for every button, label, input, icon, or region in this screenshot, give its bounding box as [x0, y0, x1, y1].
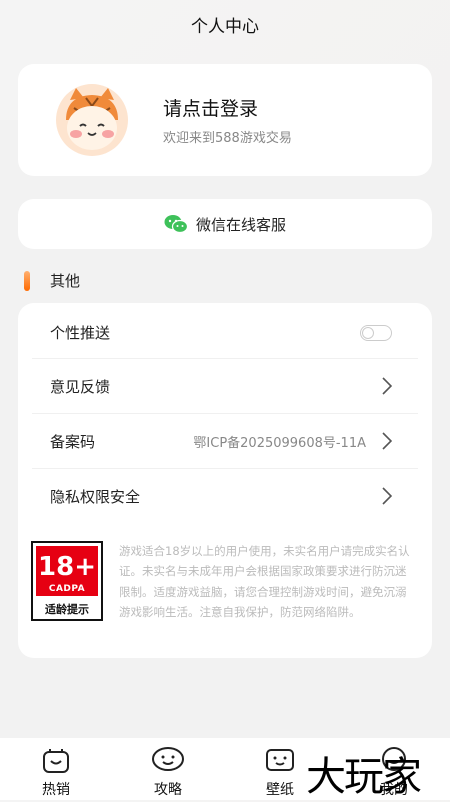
tab-label: 攻略: [154, 782, 182, 798]
login-subtitle: 欢迎来到588游戏交易: [163, 131, 292, 146]
settings-card: 个性推送 意见反馈 备案码 鄂ICP备2025099608号-11A 隐私权限安…: [18, 303, 432, 658]
page-title: 个人中心: [191, 17, 259, 37]
age-rating: 18+: [38, 552, 96, 582]
tab-guide[interactable]: 攻略: [138, 746, 198, 799]
wallpaper-icon: [266, 749, 294, 771]
menu-item-icp[interactable]: 备案码 鄂ICP备2025099608号-11A: [18, 414, 432, 468]
icp-number: 鄂ICP备2025099608号-11A: [193, 435, 366, 451]
age-rating-tip: 适龄提示: [45, 603, 89, 616]
tab-hot-sale[interactable]: 热销: [26, 746, 86, 799]
section-header: 其他: [24, 270, 80, 291]
tab-label: 热销: [42, 782, 70, 798]
tab-label: 壁纸: [266, 782, 294, 798]
section-title: 其他: [50, 272, 81, 290]
wechat-icon: [164, 215, 188, 234]
menu-item-label: 备案码: [50, 432, 96, 451]
tab-wallpaper[interactable]: 壁纸: [250, 746, 310, 799]
age-rating-badge: 18+ CADPA 适龄提示: [31, 541, 103, 621]
age-rating-org: CADPA: [48, 584, 86, 594]
section-accent-bar: [24, 270, 30, 291]
chevron-right-icon: [382, 377, 392, 395]
menu-item-label: 意见反馈: [50, 377, 111, 396]
chevron-right-icon: [382, 432, 392, 450]
login-title[interactable]: 请点击登录: [163, 94, 258, 121]
age-rating-panel: 18+ CADPA: [36, 546, 98, 596]
menu-item-feedback[interactable]: 意见反馈: [18, 359, 432, 413]
anti-addiction-notice: 游戏适合18岁以上的用户使用，未实名用户请完成实名认证。未实名与未成年用户会根据…: [119, 544, 410, 620]
wechat-service-label: 微信在线客服: [195, 215, 286, 234]
menu-item-label: 隐私权限安全: [50, 487, 141, 506]
push-toggle[interactable]: [360, 325, 392, 341]
cat-avatar-icon[interactable]: [56, 84, 128, 156]
watermark-logo: 大玩家: [306, 754, 422, 800]
login-card[interactable]: 请点击登录 欢迎来到588游戏交易: [18, 64, 432, 176]
menu-item-push[interactable]: 个性推送: [18, 305, 432, 359]
menu-item-label: 个性推送: [50, 323, 111, 342]
menu-item-privacy[interactable]: 隐私权限安全: [18, 469, 432, 523]
wechat-service-button[interactable]: 微信在线客服: [18, 199, 432, 249]
chevron-right-icon: [382, 487, 392, 505]
hot-sale-icon: [43, 749, 69, 773]
toggle-knob: [362, 327, 374, 339]
guide-icon: [152, 747, 184, 771]
